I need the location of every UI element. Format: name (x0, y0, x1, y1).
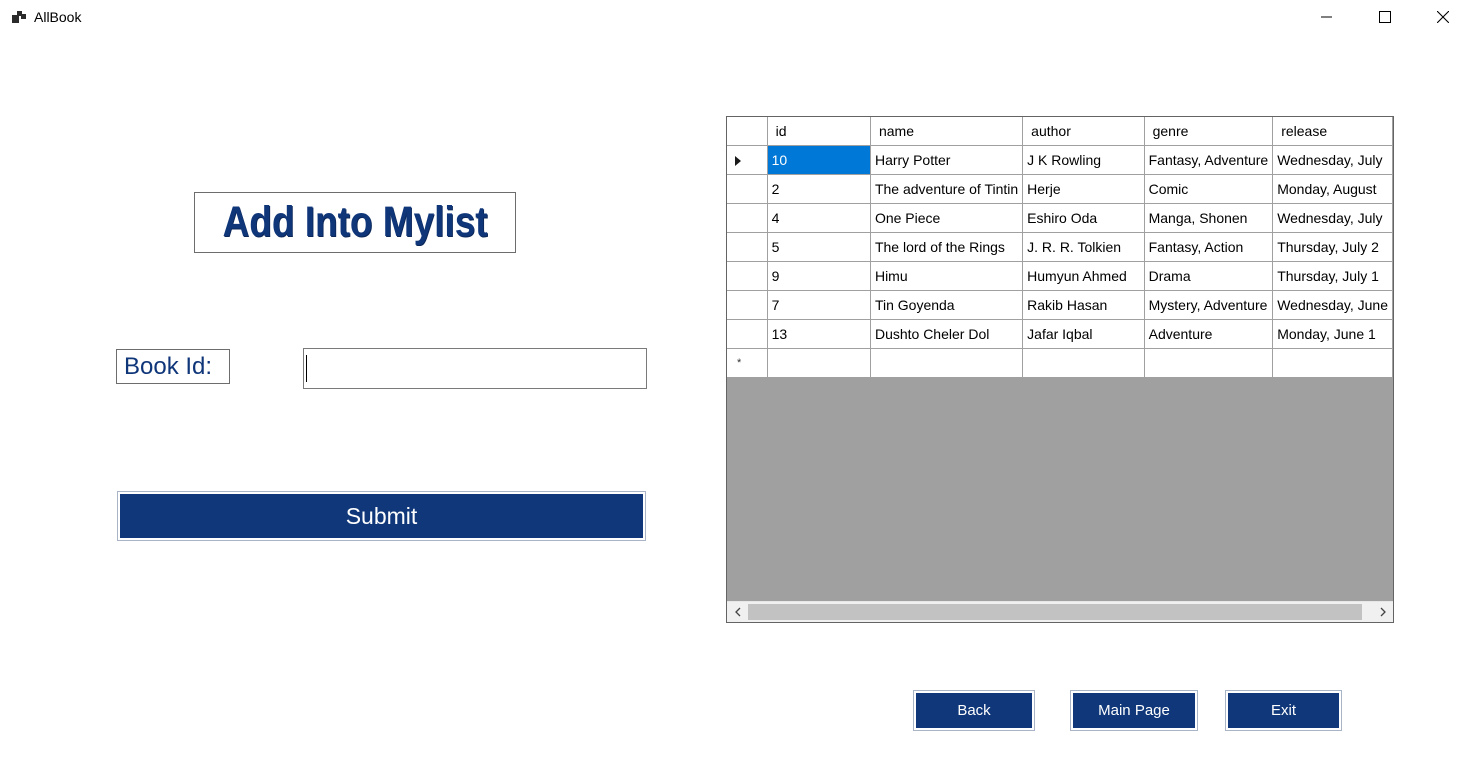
table-cell[interactable]: Monday, August (1272, 174, 1393, 204)
table-header-row: id name author genre release (727, 117, 1393, 146)
table-cell[interactable]: The adventure of Tintin (870, 174, 1024, 204)
column-header-name[interactable]: name (870, 117, 1024, 146)
table-row[interactable]: 9 Himu Humyun Ahmed Drama Thursday, July… (727, 261, 1393, 291)
book-id-label: Book Id: (116, 349, 230, 384)
maximize-button[interactable] (1356, 0, 1414, 34)
page-heading-box: Add Into Mylist (194, 192, 516, 253)
table-cell[interactable]: 4 (767, 203, 871, 233)
table-cell[interactable]: J. R. R. Tolkien (1022, 232, 1145, 262)
table-cell[interactable] (870, 348, 1024, 378)
minimize-button[interactable] (1298, 0, 1356, 34)
column-header-author[interactable]: author (1022, 117, 1145, 146)
page-title: Add Into Mylist (222, 198, 488, 246)
book-id-input[interactable] (303, 348, 647, 389)
horizontal-scrollbar[interactable] (727, 601, 1393, 622)
table-cell[interactable]: 2 (767, 174, 871, 204)
table-row[interactable]: 10 Harry Potter J K Rowling Fantasy, Adv… (727, 145, 1393, 175)
chevron-left-icon (734, 607, 740, 617)
table-cell[interactable]: Himu (870, 261, 1024, 291)
table-cell[interactable]: Comic (1144, 174, 1274, 204)
new-row-marker: * (737, 356, 742, 369)
corner-header-cell[interactable] (727, 117, 768, 146)
table-cell[interactable]: One Piece (870, 203, 1024, 233)
table-row[interactable]: 2 The adventure of Tintin Herje Comic Mo… (727, 174, 1393, 204)
table-cell[interactable]: Mystery, Adventure (1144, 290, 1274, 320)
books-data-grid[interactable]: id name author genre release 10 Harry Po… (726, 116, 1394, 623)
scroll-left-button[interactable] (727, 602, 748, 622)
table-cell[interactable]: Humyun Ahmed (1022, 261, 1145, 291)
row-header-cell[interactable] (727, 319, 768, 349)
table-cell[interactable]: Thursday, July 1 (1272, 261, 1393, 291)
column-header-release[interactable]: release (1272, 117, 1393, 146)
main-page-button[interactable]: Main Page (1070, 690, 1198, 731)
window-title: AllBook (34, 9, 82, 25)
table-cell[interactable] (1272, 348, 1393, 378)
table-cell[interactable]: Adventure (1144, 319, 1274, 349)
table-row[interactable]: 7 Tin Goyenda Rakib Hasan Mystery, Adven… (727, 290, 1393, 320)
table-cell[interactable]: The lord of the Rings (870, 232, 1024, 262)
exit-button[interactable]: Exit (1225, 690, 1342, 731)
table-cell[interactable]: 7 (767, 290, 871, 320)
app-window-icon (11, 9, 27, 25)
row-header-cell[interactable]: * (727, 348, 768, 378)
table-cell[interactable]: Jafar Iqbal (1022, 319, 1145, 349)
column-header-genre[interactable]: genre (1144, 117, 1274, 146)
table-cell[interactable]: Harry Potter (870, 145, 1024, 175)
table-cell[interactable]: 9 (767, 261, 871, 291)
table-cell[interactable] (1022, 348, 1145, 378)
close-icon (1437, 11, 1449, 23)
table-cell[interactable] (1144, 348, 1274, 378)
table-cell[interactable]: Tin Goyenda (870, 290, 1024, 320)
maximize-icon (1379, 11, 1391, 23)
row-header-cell[interactable] (727, 203, 768, 233)
row-header-cell[interactable] (727, 174, 768, 204)
table-cell[interactable] (767, 348, 871, 378)
table-cell[interactable]: Fantasy, Action (1144, 232, 1274, 262)
row-header-cell[interactable] (727, 261, 768, 291)
scroll-right-button[interactable] (1372, 602, 1393, 622)
column-header-id[interactable]: id (767, 117, 871, 146)
table-cell[interactable]: Thursday, July 2 (1272, 232, 1393, 262)
text-caret (306, 355, 307, 382)
scrollbar-thumb[interactable] (748, 604, 1362, 620)
current-row-pointer-icon (735, 155, 741, 166)
submit-button[interactable]: Submit (117, 491, 646, 541)
table-cell[interactable]: Eshiro Oda (1022, 203, 1145, 233)
table-cell[interactable]: Rakib Hasan (1022, 290, 1145, 320)
table-row[interactable]: 5 The lord of the Rings J. R. R. Tolkien… (727, 232, 1393, 262)
table-cell[interactable]: 13 (767, 319, 871, 349)
table-cell[interactable]: Wednesday, July (1272, 145, 1393, 175)
table-cell[interactable]: Monday, June 1 (1272, 319, 1393, 349)
table-cell[interactable]: Drama (1144, 261, 1274, 291)
books-table: id name author genre release 10 Harry Po… (727, 117, 1393, 378)
table-row[interactable]: 13 Dushto Cheler Dol Jafar Iqbal Adventu… (727, 319, 1393, 349)
table-cell[interactable]: Manga, Shonen (1144, 203, 1274, 233)
back-button[interactable]: Back (913, 690, 1035, 731)
row-header-cell[interactable] (727, 290, 768, 320)
table-cell[interactable]: Herje (1022, 174, 1145, 204)
chevron-right-icon (1380, 607, 1386, 617)
table-cell[interactable]: 5 (767, 232, 871, 262)
table-cell[interactable]: Wednesday, June (1272, 290, 1393, 320)
minimize-icon (1321, 16, 1332, 18)
table-cell[interactable]: 10 (767, 145, 871, 175)
new-row[interactable]: * (727, 348, 1393, 378)
row-header-cell[interactable] (727, 232, 768, 262)
table-cell[interactable]: Dushto Cheler Dol (870, 319, 1024, 349)
close-button[interactable] (1414, 0, 1472, 34)
row-header-cell[interactable] (727, 145, 768, 175)
table-cell[interactable]: Fantasy, Adventure (1144, 145, 1274, 175)
title-bar: AllBook (0, 0, 1473, 34)
table-cell[interactable]: J K Rowling (1022, 145, 1145, 175)
table-cell[interactable]: Wednesday, July (1272, 203, 1393, 233)
table-row[interactable]: 4 One Piece Eshiro Oda Manga, Shonen Wed… (727, 203, 1393, 233)
